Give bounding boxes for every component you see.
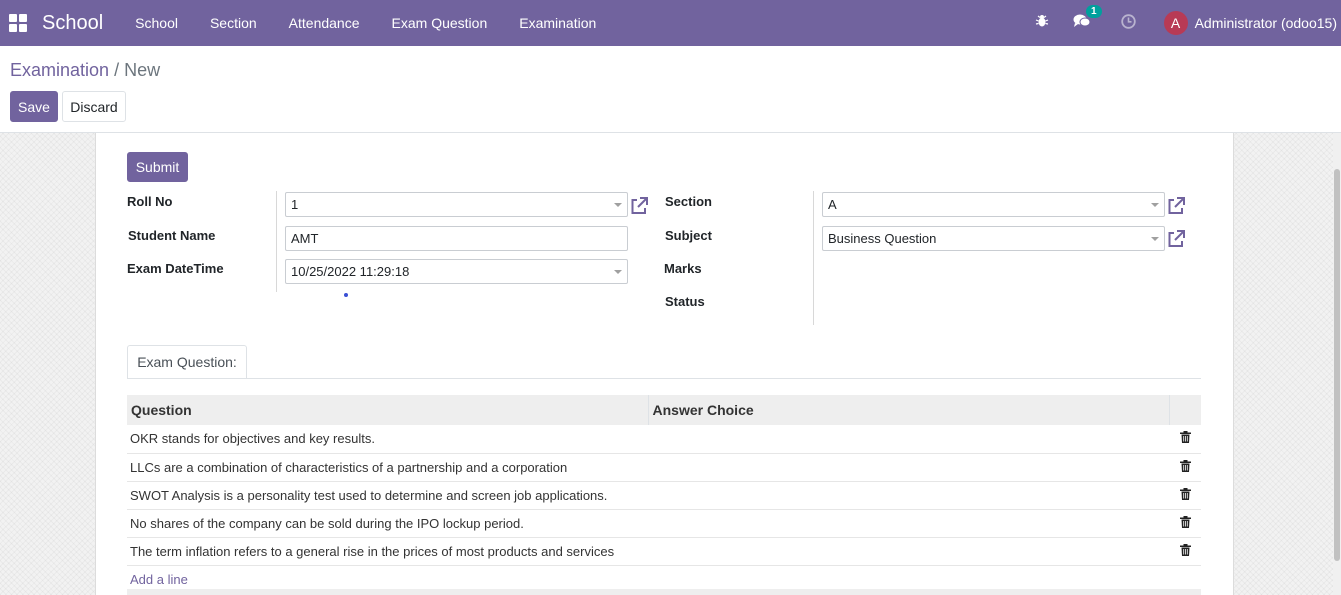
breadcrumb-current: New [124, 60, 161, 80]
scrollbar[interactable] [1333, 133, 1341, 595]
left-group-divider [276, 191, 277, 292]
external-link-icon[interactable] [1166, 196, 1186, 216]
top-navbar: School School Section Attendance Exam Qu… [0, 0, 1341, 46]
control-panel: Examination / New Save Discard [0, 46, 1341, 133]
menu-item-school[interactable]: School [119, 0, 194, 46]
chevron-down-icon [614, 203, 622, 207]
external-link-icon[interactable] [1166, 229, 1186, 249]
section-label: Section [665, 194, 712, 209]
question-cell[interactable]: SWOT Analysis is a personality test used… [127, 481, 648, 510]
right-group-divider [813, 191, 814, 325]
menu-item-section[interactable]: Section [194, 0, 273, 46]
question-cell[interactable]: No shares of the company can be sold dur… [127, 509, 648, 538]
breadcrumb: Examination / New [10, 60, 160, 81]
exam-question-table: Question Answer Choice OKR stands for ob… [127, 395, 1201, 593]
menu-item-examination[interactable]: Examination [503, 0, 612, 46]
question-cell[interactable]: LLCs are a combination of characteristic… [127, 453, 648, 482]
tab-exam-question[interactable]: Exam Question: [127, 345, 247, 379]
navbar-systray: 1 A Administrator (odoo15) [1025, 0, 1341, 46]
student-name-input[interactable]: AMT [285, 226, 628, 251]
student-name-label: Student Name [128, 228, 216, 243]
table-row[interactable]: LLCs are a combination of characteristic… [127, 453, 1201, 482]
answer-cell[interactable] [648, 425, 1169, 454]
trash-icon[interactable] [1169, 537, 1201, 566]
breadcrumb-separator: / [114, 60, 120, 80]
answer-cell[interactable] [648, 537, 1169, 566]
exam-datetime-label: Exam DateTime [127, 261, 224, 276]
chevron-down-icon [1151, 237, 1159, 241]
discard-button[interactable]: Discard [62, 91, 126, 122]
table-row[interactable]: OKR stands for objectives and key result… [127, 425, 1201, 454]
subject-select[interactable]: Business Question [822, 226, 1165, 251]
apps-menu-icon[interactable] [9, 14, 27, 32]
trash-icon[interactable] [1169, 453, 1201, 482]
form-view-background: Submit Roll No Student Name Exam DateTim… [0, 133, 1341, 595]
answer-cell[interactable] [648, 481, 1169, 510]
external-link-icon[interactable] [629, 196, 649, 216]
trash-icon[interactable] [1169, 509, 1201, 538]
submit-button[interactable]: Submit [127, 152, 188, 182]
subject-label: Subject [665, 228, 712, 243]
table-row[interactable]: The term inflation refers to a general r… [127, 537, 1201, 566]
answer-cell[interactable] [648, 453, 1169, 482]
exam-datetime-value: 10/25/2022 11:29:18 [291, 264, 410, 279]
roll-no-label: Roll No [127, 194, 173, 209]
student-name-value: AMT [291, 231, 319, 246]
menu-item-attendance[interactable]: Attendance [273, 0, 376, 46]
exam-datetime-picker[interactable]: 10/25/2022 11:29:18 [285, 259, 628, 284]
menu-item-exam-question[interactable]: Exam Question [376, 0, 504, 46]
bug-icon[interactable] [1035, 14, 1049, 32]
clock-icon[interactable] [1120, 13, 1136, 33]
table-header-row: Question Answer Choice [127, 395, 1201, 425]
chevron-down-icon [1151, 203, 1159, 207]
answer-choice-column-header[interactable]: Answer Choice [648, 395, 1170, 425]
marks-label: Marks [664, 261, 702, 276]
question-cell[interactable]: OKR stands for objectives and key result… [127, 425, 648, 454]
tab-divider [127, 378, 1201, 379]
breadcrumb-examination-link[interactable]: Examination [10, 60, 109, 80]
question-cell[interactable]: The term inflation refers to a general r… [127, 537, 648, 566]
user-name[interactable]: Administrator (odoo15) [1195, 15, 1337, 31]
save-button[interactable]: Save [10, 91, 58, 122]
roll-no-value: 1 [291, 197, 299, 212]
answer-cell[interactable] [648, 509, 1169, 538]
actions-column-header [1169, 395, 1201, 425]
trash-icon[interactable] [1169, 425, 1201, 454]
trash-icon[interactable] [1169, 481, 1201, 510]
roll-no-select[interactable]: 1 [285, 192, 628, 217]
section-value: A [828, 197, 837, 212]
user-avatar[interactable]: A [1163, 11, 1188, 35]
table-row[interactable]: No shares of the company can be sold dur… [127, 509, 1201, 538]
message-count-badge: 1 [1086, 5, 1102, 18]
subject-value: Business Question [828, 231, 937, 246]
table-row[interactable]: SWOT Analysis is a personality test used… [127, 481, 1201, 510]
table-footer [127, 589, 1201, 595]
scrollbar-thumb[interactable] [1334, 169, 1340, 561]
add-line-link[interactable]: Add a line [130, 572, 188, 587]
chevron-down-icon [614, 270, 622, 274]
indicator-dot [344, 293, 348, 297]
chat-icon[interactable]: 1 [1073, 5, 1102, 33]
app-brand[interactable]: School [42, 12, 103, 35]
question-column-header[interactable]: Question [127, 395, 649, 425]
section-select[interactable]: A [822, 192, 1165, 217]
status-label: Status [665, 294, 705, 309]
